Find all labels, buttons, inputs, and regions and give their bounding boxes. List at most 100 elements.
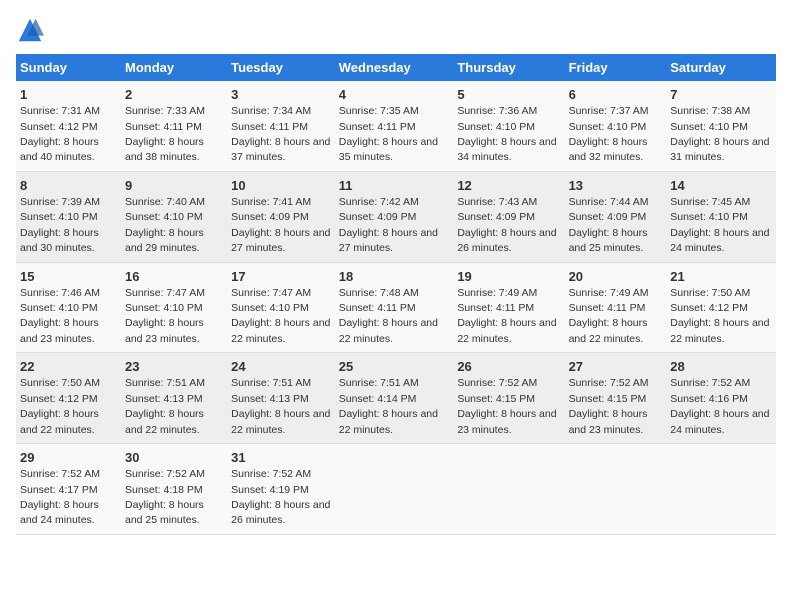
day-number: 18 — [339, 268, 450, 286]
daylight-info: Daylight: 8 hours and 23 minutes. — [457, 408, 556, 435]
sunset-info: Sunset: 4:17 PM — [20, 484, 98, 496]
day-number: 4 — [339, 86, 450, 104]
page-header — [16, 16, 776, 44]
sunrise-info: Sunrise: 7:50 AM — [670, 287, 750, 299]
day-number: 29 — [20, 449, 117, 467]
sunset-info: Sunset: 4:11 PM — [339, 302, 416, 314]
calendar-cell: 31 Sunrise: 7:52 AM Sunset: 4:19 PM Dayl… — [227, 444, 335, 535]
daylight-info: Daylight: 8 hours and 40 minutes. — [20, 136, 99, 163]
sunset-info: Sunset: 4:10 PM — [125, 302, 203, 314]
sunrise-info: Sunrise: 7:36 AM — [457, 105, 537, 117]
calendar-cell: 13 Sunrise: 7:44 AM Sunset: 4:09 PM Dayl… — [565, 171, 667, 262]
calendar-cell: 29 Sunrise: 7:52 AM Sunset: 4:17 PM Dayl… — [16, 444, 121, 535]
sunset-info: Sunset: 4:10 PM — [231, 302, 309, 314]
daylight-info: Daylight: 8 hours and 34 minutes. — [457, 136, 556, 163]
week-row: 15 Sunrise: 7:46 AM Sunset: 4:10 PM Dayl… — [16, 262, 776, 353]
daylight-info: Daylight: 8 hours and 23 minutes. — [20, 317, 99, 344]
day-number: 14 — [670, 177, 772, 195]
calendar-cell: 28 Sunrise: 7:52 AM Sunset: 4:16 PM Dayl… — [666, 353, 776, 444]
sunset-info: Sunset: 4:18 PM — [125, 484, 203, 496]
daylight-info: Daylight: 8 hours and 26 minutes. — [231, 499, 330, 526]
calendar-cell — [565, 444, 667, 535]
sunrise-info: Sunrise: 7:48 AM — [339, 287, 419, 299]
day-number: 9 — [125, 177, 223, 195]
day-number: 24 — [231, 358, 331, 376]
calendar-cell: 15 Sunrise: 7:46 AM Sunset: 4:10 PM Dayl… — [16, 262, 121, 353]
header-day-wednesday: Wednesday — [335, 54, 454, 81]
daylight-info: Daylight: 8 hours and 22 minutes. — [20, 408, 99, 435]
daylight-info: Daylight: 8 hours and 22 minutes. — [231, 408, 330, 435]
sunset-info: Sunset: 4:13 PM — [125, 393, 203, 405]
day-number: 5 — [457, 86, 560, 104]
day-number: 7 — [670, 86, 772, 104]
header-day-friday: Friday — [565, 54, 667, 81]
day-number: 8 — [20, 177, 117, 195]
sunset-info: Sunset: 4:19 PM — [231, 484, 309, 496]
week-row: 8 Sunrise: 7:39 AM Sunset: 4:10 PM Dayli… — [16, 171, 776, 262]
daylight-info: Daylight: 8 hours and 24 minutes. — [670, 227, 769, 254]
sunset-info: Sunset: 4:10 PM — [457, 121, 535, 133]
day-number: 17 — [231, 268, 331, 286]
sunset-info: Sunset: 4:09 PM — [339, 211, 417, 223]
day-number: 23 — [125, 358, 223, 376]
day-number: 19 — [457, 268, 560, 286]
day-number: 22 — [20, 358, 117, 376]
sunset-info: Sunset: 4:12 PM — [20, 121, 98, 133]
day-number: 13 — [569, 177, 663, 195]
sunrise-info: Sunrise: 7:31 AM — [20, 105, 100, 117]
header-day-tuesday: Tuesday — [227, 54, 335, 81]
daylight-info: Daylight: 8 hours and 22 minutes. — [339, 408, 438, 435]
logo — [16, 16, 48, 44]
header-day-monday: Monday — [121, 54, 227, 81]
calendar-cell: 21 Sunrise: 7:50 AM Sunset: 4:12 PM Dayl… — [666, 262, 776, 353]
sunset-info: Sunset: 4:11 PM — [569, 302, 646, 314]
calendar-cell: 10 Sunrise: 7:41 AM Sunset: 4:09 PM Dayl… — [227, 171, 335, 262]
daylight-info: Daylight: 8 hours and 25 minutes. — [125, 499, 204, 526]
sunset-info: Sunset: 4:10 PM — [125, 211, 203, 223]
logo-icon — [16, 16, 44, 44]
sunrise-info: Sunrise: 7:39 AM — [20, 196, 100, 208]
daylight-info: Daylight: 8 hours and 22 minutes. — [339, 317, 438, 344]
sunset-info: Sunset: 4:12 PM — [20, 393, 98, 405]
calendar-cell: 14 Sunrise: 7:45 AM Sunset: 4:10 PM Dayl… — [666, 171, 776, 262]
sunrise-info: Sunrise: 7:37 AM — [569, 105, 649, 117]
day-number: 25 — [339, 358, 450, 376]
calendar-cell: 1 Sunrise: 7:31 AM Sunset: 4:12 PM Dayli… — [16, 81, 121, 171]
sunset-info: Sunset: 4:15 PM — [457, 393, 535, 405]
calendar-cell: 27 Sunrise: 7:52 AM Sunset: 4:15 PM Dayl… — [565, 353, 667, 444]
header-day-sunday: Sunday — [16, 54, 121, 81]
daylight-info: Daylight: 8 hours and 27 minutes. — [231, 227, 330, 254]
daylight-info: Daylight: 8 hours and 22 minutes. — [125, 408, 204, 435]
calendar-cell: 6 Sunrise: 7:37 AM Sunset: 4:10 PM Dayli… — [565, 81, 667, 171]
day-number: 3 — [231, 86, 331, 104]
day-number: 26 — [457, 358, 560, 376]
day-number: 12 — [457, 177, 560, 195]
daylight-info: Daylight: 8 hours and 22 minutes. — [457, 317, 556, 344]
calendar-cell: 5 Sunrise: 7:36 AM Sunset: 4:10 PM Dayli… — [453, 81, 564, 171]
header-day-saturday: Saturday — [666, 54, 776, 81]
calendar-cell: 17 Sunrise: 7:47 AM Sunset: 4:10 PM Dayl… — [227, 262, 335, 353]
daylight-info: Daylight: 8 hours and 22 minutes. — [569, 317, 648, 344]
calendar-cell: 16 Sunrise: 7:47 AM Sunset: 4:10 PM Dayl… — [121, 262, 227, 353]
calendar-cell — [453, 444, 564, 535]
calendar-table: SundayMondayTuesdayWednesdayThursdayFrid… — [16, 54, 776, 535]
sunset-info: Sunset: 4:11 PM — [125, 121, 202, 133]
sunrise-info: Sunrise: 7:35 AM — [339, 105, 419, 117]
sunset-info: Sunset: 4:16 PM — [670, 393, 748, 405]
calendar-cell: 26 Sunrise: 7:52 AM Sunset: 4:15 PM Dayl… — [453, 353, 564, 444]
daylight-info: Daylight: 8 hours and 22 minutes. — [670, 317, 769, 344]
calendar-cell: 18 Sunrise: 7:48 AM Sunset: 4:11 PM Dayl… — [335, 262, 454, 353]
daylight-info: Daylight: 8 hours and 37 minutes. — [231, 136, 330, 163]
daylight-info: Daylight: 8 hours and 24 minutes. — [20, 499, 99, 526]
daylight-info: Daylight: 8 hours and 25 minutes. — [569, 227, 648, 254]
calendar-cell: 7 Sunrise: 7:38 AM Sunset: 4:10 PM Dayli… — [666, 81, 776, 171]
calendar-cell: 4 Sunrise: 7:35 AM Sunset: 4:11 PM Dayli… — [335, 81, 454, 171]
day-number: 6 — [569, 86, 663, 104]
calendar-body: 1 Sunrise: 7:31 AM Sunset: 4:12 PM Dayli… — [16, 81, 776, 534]
day-number: 11 — [339, 177, 450, 195]
sunset-info: Sunset: 4:10 PM — [20, 211, 98, 223]
sunset-info: Sunset: 4:12 PM — [670, 302, 748, 314]
sunset-info: Sunset: 4:11 PM — [339, 121, 416, 133]
daylight-info: Daylight: 8 hours and 31 minutes. — [670, 136, 769, 163]
day-number: 15 — [20, 268, 117, 286]
